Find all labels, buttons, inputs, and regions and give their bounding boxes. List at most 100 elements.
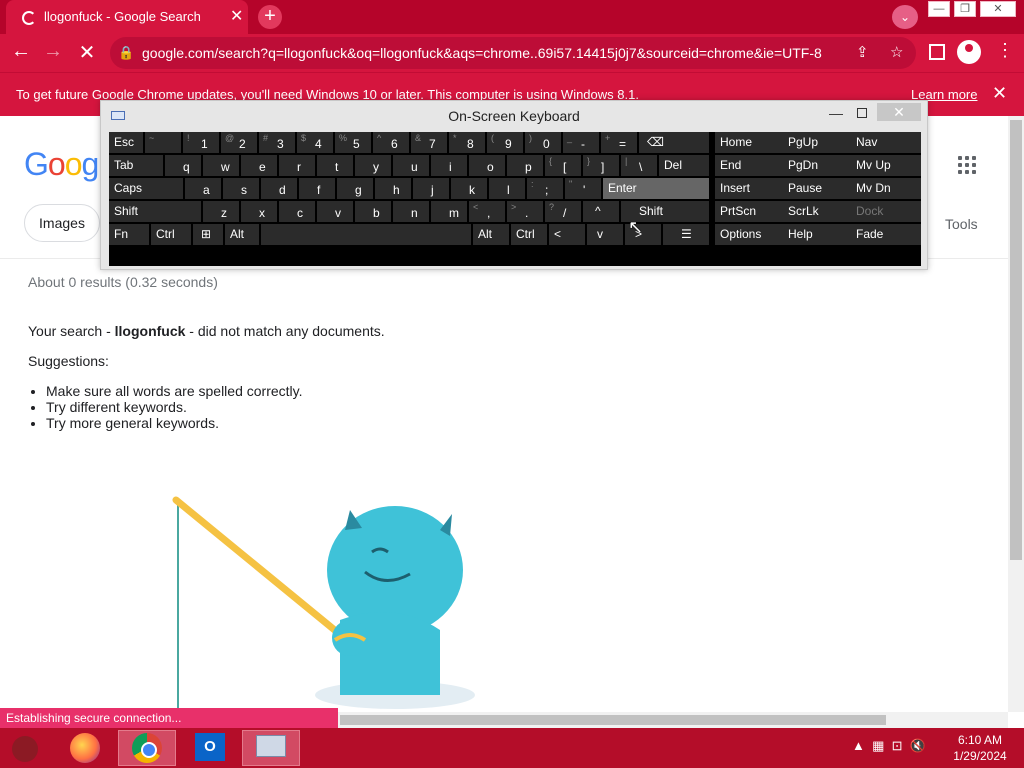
key-5[interactable]: % 5	[335, 132, 371, 153]
key-caps[interactable]: Caps	[109, 178, 183, 199]
key-m[interactable]: m	[431, 201, 467, 222]
key-equals[interactable]: + =	[601, 132, 637, 153]
key-a[interactable]: a	[185, 178, 221, 199]
close-tab-icon[interactable]: ✕	[230, 6, 243, 26]
key-4[interactable]: $4	[297, 132, 333, 153]
key-6[interactable]: ^ 6	[373, 132, 409, 153]
share-icon[interactable]: ⇪	[856, 43, 869, 61]
osk-minimize-button[interactable]: —	[829, 105, 843, 121]
profile-avatar[interactable]	[957, 40, 981, 64]
key-8[interactable]: * 8	[449, 132, 485, 153]
key-period[interactable]: >.	[507, 201, 543, 222]
key-pause[interactable]: Pause	[783, 178, 851, 199]
key-3[interactable]: #3	[259, 132, 295, 153]
key-b[interactable]: b	[355, 201, 391, 222]
key-space[interactable]	[261, 224, 471, 245]
tools-button[interactable]: Tools	[945, 216, 978, 232]
key-pgup[interactable]: PgUp	[783, 132, 851, 153]
key-left-bracket[interactable]: {[	[545, 155, 581, 176]
images-filter-chip[interactable]: Images	[24, 204, 100, 242]
back-icon[interactable]: ←	[8, 40, 34, 63]
horizontal-scroll-thumb[interactable]	[340, 715, 886, 725]
key-right-bracket[interactable]: }]	[583, 155, 619, 176]
key-i[interactable]: i	[431, 155, 467, 176]
key-h[interactable]: h	[375, 178, 411, 199]
key-u[interactable]: u	[393, 155, 429, 176]
key-2[interactable]: @2	[221, 132, 257, 153]
bookmark-star-icon[interactable]: ☆	[890, 43, 903, 61]
lock-icon[interactable]: 🔒	[118, 45, 134, 61]
key-f[interactable]: f	[299, 178, 335, 199]
url-text[interactable]: google.com/search?q=llogonfuck&oq=llogon…	[142, 45, 822, 61]
key-right-alt[interactable]: Alt	[473, 224, 509, 245]
key-q[interactable]: q	[165, 155, 201, 176]
key-comma[interactable]: <,	[469, 201, 505, 222]
key-n[interactable]: n	[393, 201, 429, 222]
key-1[interactable]: ! 1	[183, 132, 219, 153]
key-w[interactable]: w	[203, 155, 239, 176]
key-s[interactable]: s	[223, 178, 259, 199]
key-e[interactable]: e	[241, 155, 277, 176]
minimize-window-button[interactable]: —	[928, 1, 950, 17]
chrome-menu-icon[interactable]: ⋮	[996, 40, 1014, 61]
key-up-arrow[interactable]: ^	[583, 201, 619, 222]
volume-muted-icon[interactable]: 🔇	[910, 738, 926, 753]
key-backslash[interactable]: | \	[621, 155, 657, 176]
restore-window-button[interactable]: ❐	[954, 1, 976, 17]
tray-overflow-icon[interactable]: ▲	[852, 738, 865, 753]
key-r[interactable]: r	[279, 155, 315, 176]
browser-tab[interactable]: llogonfuck - Google Search ✕	[6, 0, 248, 34]
key-semicolon[interactable]: :;	[527, 178, 563, 199]
key-fade[interactable]: Fade	[851, 224, 921, 245]
key-backtick[interactable]: ~	[145, 132, 181, 153]
key-help[interactable]: Help	[783, 224, 851, 245]
vertical-scrollbar[interactable]	[1008, 116, 1024, 712]
key-7[interactable]: & 7	[411, 132, 447, 153]
key-mv-up[interactable]: Mv Up	[851, 155, 921, 176]
key-l[interactable]: l	[489, 178, 525, 199]
key-left-arrow[interactable]: <	[549, 224, 585, 245]
key-y[interactable]: y	[355, 155, 391, 176]
key-g[interactable]: g	[337, 178, 373, 199]
osk-close-button[interactable]: ✕	[877, 103, 921, 121]
key-down-arrow[interactable]: v	[587, 224, 623, 245]
backspace-key[interactable]: ⌫	[639, 132, 709, 153]
key-dock[interactable]: Dock	[851, 201, 921, 222]
key-tab[interactable]: Tab	[109, 155, 163, 176]
key-windows[interactable]: ⊞	[193, 224, 223, 245]
key-left-ctrl[interactable]: Ctrl	[151, 224, 191, 245]
key-z[interactable]: z	[203, 201, 239, 222]
key-quote[interactable]: " '	[565, 178, 601, 199]
osk-title-bar[interactable]: On-Screen Keyboard — ✕	[101, 101, 927, 129]
key-esc[interactable]: Esc	[109, 132, 143, 153]
google-apps-icon[interactable]	[958, 156, 976, 174]
key-9[interactable]: (9	[487, 132, 523, 153]
side-panel-icon[interactable]	[929, 44, 945, 60]
key-insert[interactable]: Insert	[715, 178, 783, 199]
key-menu[interactable]: ☰	[663, 224, 709, 245]
forward-icon[interactable]: →	[40, 40, 66, 63]
stop-loading-icon[interactable]: ✕	[74, 40, 100, 65]
key-left-shift[interactable]: Shift	[109, 201, 201, 222]
key-enter[interactable]: Enter	[603, 178, 709, 199]
key-p[interactable]: p	[507, 155, 543, 176]
key-mv-dn[interactable]: Mv Dn	[851, 178, 921, 199]
address-bar[interactable]: 🔒 google.com/search?q=llogonfuck&oq=llog…	[110, 37, 916, 69]
key-right-ctrl[interactable]: Ctrl	[511, 224, 547, 245]
key-pgdn[interactable]: PgDn	[783, 155, 851, 176]
key-scrlk[interactable]: ScrLk	[783, 201, 851, 222]
key-home[interactable]: Home	[715, 132, 783, 153]
key-left-alt[interactable]: Alt	[225, 224, 259, 245]
key-options[interactable]: Options	[715, 224, 783, 245]
start-button[interactable]	[12, 736, 38, 762]
key-0[interactable]: ) 0	[525, 132, 561, 153]
action-center-icon[interactable]: ▦	[872, 738, 884, 753]
system-tray[interactable]: ▲ ▦ ⊡ 🔇	[852, 738, 926, 754]
key-fn[interactable]: Fn	[109, 224, 149, 245]
key-c[interactable]: c	[279, 201, 315, 222]
key-o[interactable]: o	[469, 155, 505, 176]
key-d[interactable]: d	[261, 178, 297, 199]
key-j[interactable]: j	[413, 178, 449, 199]
key-end[interactable]: End	[715, 155, 783, 176]
key-prtscn[interactable]: PrtScn	[715, 201, 783, 222]
